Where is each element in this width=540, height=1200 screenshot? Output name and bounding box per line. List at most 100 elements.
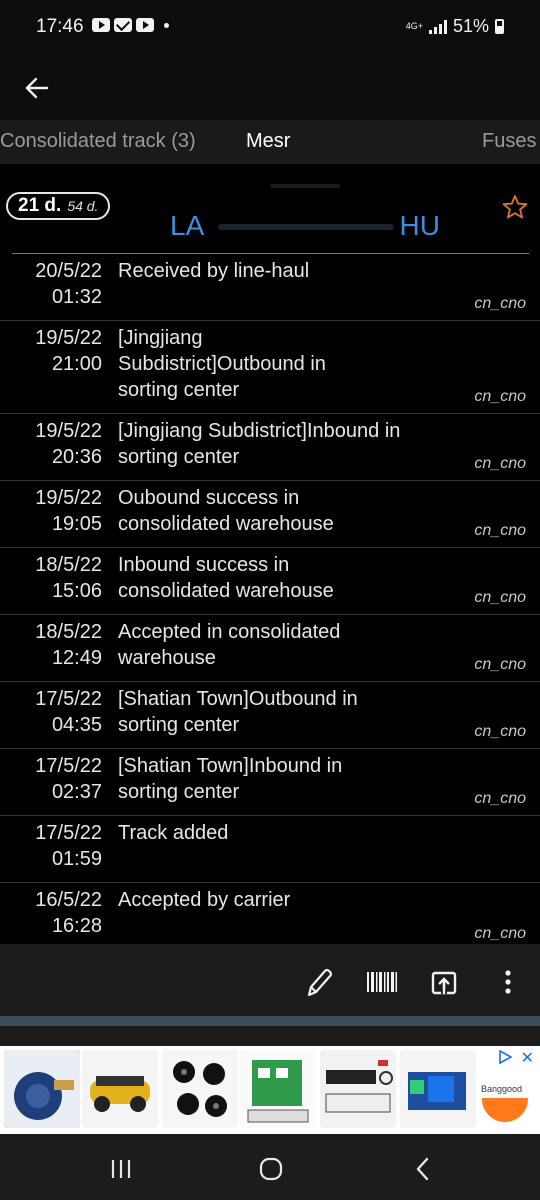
event-description: Oubound success in consolidated warehous… bbox=[118, 487, 334, 535]
ad-product-led-display[interactable] bbox=[320, 1050, 396, 1128]
event-row[interactable]: 16/5/22 16:28 Accepted by carrier cn_cno bbox=[0, 883, 540, 950]
recent-apps-icon[interactable] bbox=[106, 1154, 136, 1184]
days-total: 54 d. bbox=[67, 198, 99, 214]
network-type: 4G+ bbox=[405, 21, 423, 31]
event-source: cn_cno bbox=[474, 925, 526, 942]
event-date: 17/5/22 bbox=[35, 822, 102, 844]
event-description: [Jingjiang Subdistrict]Inbound in sortin… bbox=[118, 420, 401, 468]
ad-close-icon[interactable]: ✕ bbox=[521, 1048, 534, 1068]
event-source: cn_cno bbox=[474, 522, 526, 539]
ad-choices-icon[interactable] bbox=[498, 1050, 512, 1064]
event-date: 17/5/22 bbox=[35, 688, 102, 710]
tab-bar: Consolidated track (3) Mesr Fuses bbox=[0, 120, 540, 164]
event-row[interactable]: 18/5/22 15:06 Inbound success in consoli… bbox=[0, 548, 540, 615]
event-description: Inbound success in consolidated warehous… bbox=[118, 554, 334, 602]
route-from: LA bbox=[170, 210, 205, 241]
share-icon[interactable] bbox=[426, 964, 462, 1000]
pencil-icon[interactable] bbox=[300, 964, 336, 1000]
ad-product-buzzers[interactable] bbox=[162, 1050, 238, 1128]
tab-mesr[interactable]: Mesr bbox=[246, 130, 290, 153]
event-description: [Jingjiang Subdistrict]Outbound in sorti… bbox=[118, 327, 326, 401]
barcode-icon[interactable] bbox=[364, 964, 400, 1000]
event-time: 15:06 bbox=[51, 580, 102, 602]
ad-banner[interactable]: ✕ Banggood bbox=[0, 1046, 540, 1134]
event-row[interactable]: 19/5/22 21:00 [Jingjiang Subdistrict]Out… bbox=[0, 321, 540, 414]
event-date: 18/5/22 bbox=[35, 554, 102, 576]
event-source: cn_cno bbox=[474, 295, 526, 312]
ad-product-potentiometer[interactable] bbox=[4, 1050, 80, 1128]
event-date: 20/5/22 bbox=[35, 260, 102, 282]
ad-brand-logo bbox=[482, 1098, 528, 1122]
days-in-transit: 21 d. bbox=[18, 195, 62, 216]
event-row[interactable]: 17/5/22 04:35 [Shatian Town]Outbound in … bbox=[0, 682, 540, 749]
notification-icons bbox=[92, 18, 169, 32]
event-date: 19/5/22 bbox=[35, 420, 102, 442]
app-bar bbox=[0, 56, 540, 120]
more-notifications-dot bbox=[164, 22, 169, 28]
event-row[interactable]: 20/5/22 01:32 Received by line-haul cn_c… bbox=[0, 254, 540, 321]
tab-consolidated-track[interactable]: Consolidated track (3) bbox=[0, 130, 196, 153]
event-description: Accepted by carrier bbox=[118, 889, 291, 911]
event-description: Track added bbox=[118, 822, 229, 844]
signal-icon bbox=[428, 19, 447, 34]
divider-strip bbox=[0, 1016, 540, 1026]
ad-product-relay-module[interactable] bbox=[400, 1050, 476, 1128]
bottom-toolbar bbox=[0, 944, 540, 1016]
event-source: cn_cno bbox=[474, 723, 526, 740]
event-time: 19:05 bbox=[51, 513, 102, 535]
spacer bbox=[0, 1026, 540, 1046]
event-source: cn_cno bbox=[474, 790, 526, 807]
battery-icon bbox=[495, 19, 504, 34]
days-badge[interactable]: 21 d. 54 d. bbox=[6, 192, 111, 220]
back-nav-icon[interactable] bbox=[408, 1154, 438, 1184]
event-row[interactable]: 17/5/22 01:59 Track added bbox=[0, 816, 540, 883]
route-to: HU bbox=[399, 210, 440, 241]
ad-brand: Banggood bbox=[480, 1084, 522, 1094]
status-bar: 17:46 4G+ 51% bbox=[0, 0, 540, 56]
event-date: 18/5/22 bbox=[35, 621, 102, 643]
tab-fuses[interactable]: Fuses bbox=[482, 130, 536, 153]
event-time: 04:35 bbox=[51, 714, 102, 736]
youtube-icon bbox=[136, 18, 154, 32]
event-description: [Shatian Town]Outbound in sorting center bbox=[118, 688, 358, 736]
back-arrow-icon[interactable] bbox=[20, 70, 56, 106]
more-vertical-icon[interactable] bbox=[490, 964, 526, 1000]
event-source: cn_cno bbox=[474, 589, 526, 606]
event-date: 16/5/22 bbox=[35, 889, 102, 911]
youtube-icon bbox=[92, 18, 110, 32]
home-icon[interactable] bbox=[256, 1154, 286, 1184]
route-redacted-line bbox=[270, 184, 340, 188]
event-time: 01:32 bbox=[51, 286, 102, 308]
event-row[interactable]: 19/5/22 20:36 [Jingjiang Subdistrict]Inb… bbox=[0, 414, 540, 481]
event-date: 19/5/22 bbox=[35, 487, 102, 509]
events-list: 20/5/22 01:32 Received by line-haul cn_c… bbox=[0, 254, 540, 944]
system-nav-bar bbox=[0, 1134, 540, 1200]
event-description: Received by line-haul bbox=[118, 260, 310, 282]
event-time: 20:36 bbox=[51, 446, 102, 468]
event-time: 16:28 bbox=[51, 915, 102, 937]
tracking-header: 21 d. 54 d. LA HU bbox=[0, 164, 540, 254]
event-time: 01:59 bbox=[51, 848, 102, 870]
ad-product-robot-chassis[interactable] bbox=[82, 1050, 158, 1128]
event-source: cn_cno bbox=[474, 656, 526, 673]
event-description: Accepted in consolidated warehouse bbox=[118, 621, 341, 669]
star-icon[interactable] bbox=[502, 194, 528, 220]
ad-product-relay-board[interactable] bbox=[240, 1050, 316, 1128]
event-source: cn_cno bbox=[474, 388, 526, 405]
mail-icon bbox=[114, 18, 132, 32]
event-date: 19/5/22 bbox=[35, 327, 102, 349]
status-time: 17:46 bbox=[36, 16, 84, 37]
battery-percent: 51% bbox=[452, 16, 489, 36]
event-row[interactable]: 17/5/22 02:37 [Shatian Town]Inbound in s… bbox=[0, 749, 540, 816]
event-description: [Shatian Town]Inbound in sorting center bbox=[118, 755, 343, 803]
status-right: 4G+ 51% bbox=[406, 16, 504, 37]
event-time: 02:37 bbox=[51, 781, 102, 803]
event-time: 21:00 bbox=[51, 353, 102, 375]
event-date: 17/5/22 bbox=[35, 755, 102, 777]
route: LA HU bbox=[170, 184, 442, 244]
event-row[interactable]: 19/5/22 19:05 Oubound success in consoli… bbox=[0, 481, 540, 548]
event-row[interactable]: 18/5/22 12:49 Accepted in consolidated w… bbox=[0, 615, 540, 682]
event-time: 12:49 bbox=[51, 647, 102, 669]
event-source: cn_cno bbox=[474, 455, 526, 472]
route-redacted bbox=[218, 224, 394, 230]
